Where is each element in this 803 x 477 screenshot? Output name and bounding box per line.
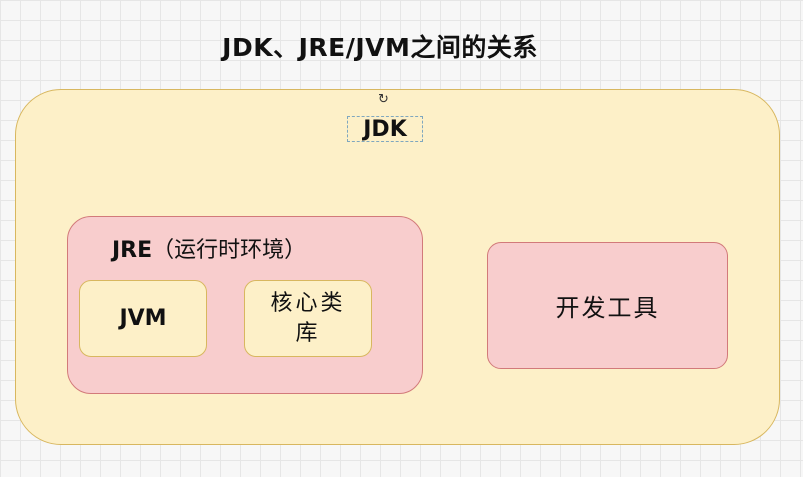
jdk-label[interactable]: JDK [347,116,423,142]
diagram-title: JDK、JRE/JVM之间的关系 [222,33,538,62]
jre-label: JRE（运行时环境） [112,232,306,264]
jvm-box[interactable]: JVM [79,280,207,357]
dev-tools-box[interactable]: 开发工具 [487,242,728,369]
rotate-handle-icon[interactable]: ↻ [378,93,389,106]
core-library-label: 核心类库 [270,290,346,346]
core-library-box[interactable]: 核心类库 [244,280,372,357]
jre-name: JRE [112,238,153,263]
jre-description: （运行时环境） [152,238,307,263]
jvm-label: JVM [119,306,167,331]
dev-tools-label: 开发工具 [555,294,660,322]
